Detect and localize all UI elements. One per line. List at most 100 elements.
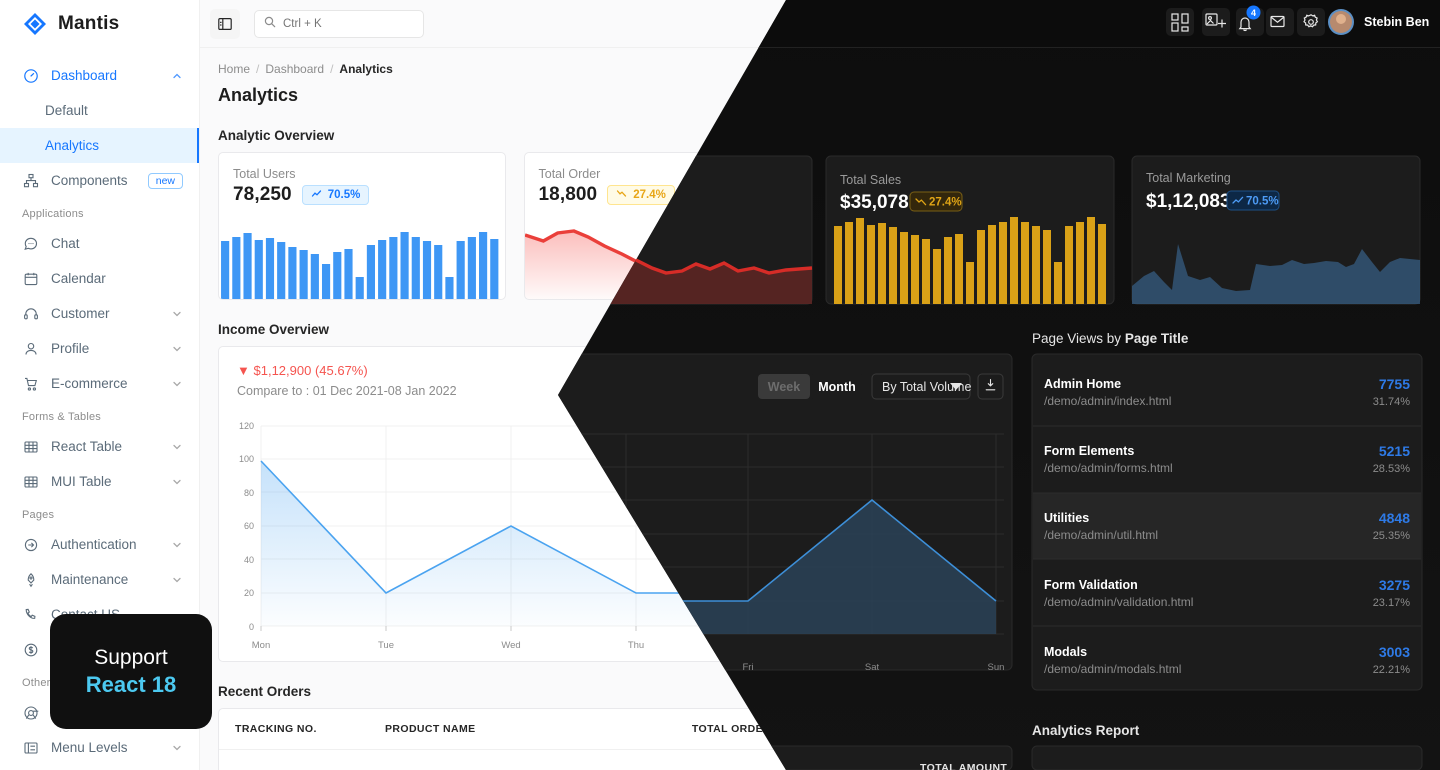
sidebar-subitem-default[interactable]: Default [0,93,199,128]
gear-icon[interactable] [1284,10,1312,38]
trend-down-icon [932,188,943,202]
column-header-tracking-no[interactable]: TRACKING NO. [235,723,385,735]
stat-card-total-sales[interactable]: Total Sales $35,078 27.4% [829,152,1117,300]
dollar-icon [22,641,39,658]
stat-value: $35,078 [844,184,914,205]
breadcrumb-separator: / [330,62,334,76]
sparkline-bar-chart [830,219,1116,299]
page-view-count: 7755 [1373,364,1405,380]
breadcrumb-item-dashboard[interactable]: Dashboard [265,62,324,76]
download-icon[interactable] [983,364,1009,390]
sidebar-item-maintenance[interactable]: Maintenance [0,562,199,597]
gift-icon[interactable] [1176,10,1204,38]
list-item[interactable]: Admin Home /demo/admin/index.html 7755 3… [1047,347,1421,414]
svg-text:Sun: Sun [1003,640,1020,651]
brand-name: Mantis [58,13,120,34]
stat-card-total-marketing[interactable]: Total Marketing $1,12,083 70.5% [1134,152,1422,300]
stat-label: Total Order [538,167,601,181]
page-view-title: Form Elements [1063,431,1154,445]
status-badge: 70.5% [1244,185,1313,205]
recent-orders-table-header: TRACKING NO. PRODUCT NAME TOTAL ORDER ST… [219,709,1027,750]
page-view-count: 3275 [1373,565,1405,581]
stat-chip-label: 70.5% [1270,189,1304,201]
search-box[interactable] [254,9,424,38]
sidebar-item-label: Dashboard [51,68,118,83]
page-view-title: Utilities [1063,498,1109,512]
list-item[interactable]: Utilities /demo/admin/util.html 4848 25.… [1047,481,1421,548]
phone-icon [22,606,39,623]
svg-text:40: 40 [244,555,254,565]
recent-orders-panel: TRACKING NO. PRODUCT NAME TOTAL ORDER ST… [218,708,1028,770]
svg-text:Thu: Thu [628,640,644,651]
page-view-count: 3003 [1373,632,1405,649]
income-line-chart: 120 100 80 60 40 20 0 Mon Tue Wed Thu Fr… [219,404,1027,665]
svg-text:Mon: Mon [252,640,270,651]
brand[interactable]: Mantis [0,0,199,48]
svg-text:80: 80 [244,488,254,498]
sidebar-item-dashboard[interactable]: Dashboard [0,58,199,93]
search-icon [264,15,276,33]
status-badge: 27.4% [607,185,675,205]
period-week-button[interactable]: Week [696,363,762,391]
sidebar-item-react-table[interactable]: React Table [0,429,199,464]
income-overview-header: ▼ $1,12,900 (45.67%) Compare to : 01 Dec… [219,347,1027,404]
sidebar-item-calendar[interactable]: Calendar [0,261,199,296]
sparkline-bar-chart [219,219,505,299]
mail-icon[interactable] [1248,10,1276,38]
column-header-status[interactable]: STATUS [771,723,881,735]
sidebar-item-customer[interactable]: Customer [0,296,199,331]
svg-text:Sat: Sat [879,640,894,651]
support-label: Support [94,645,168,669]
svg-text:60: 60 [244,521,254,531]
chat-icon [22,235,39,252]
sidebar-item-components[interactable]: Components new [0,163,199,198]
period-month-button[interactable]: Month [761,363,831,391]
column-header-total-order[interactable]: TOTAL ORDER [681,723,771,735]
menu-collapse-icon[interactable] [210,8,240,39]
trend-up-icon [311,188,322,202]
stat-label: Total Users [233,167,296,181]
sidebar-item-menu-levels[interactable]: Menu Levels [0,730,199,765]
list-item[interactable]: Modals /demo/admin/modals.html 3003 22.2… [1047,615,1421,681]
bell-icon[interactable]: 4 [1212,8,1241,38]
gauge-icon [22,67,39,84]
user-icon [22,340,39,357]
sidebar-item-label: Authentication [51,537,137,552]
sidebar-subitem-label: Default [45,103,88,118]
sidebar-item-mui-table[interactable]: MUI Table [0,464,199,499]
sidebar-group-applications: Applications [22,208,84,220]
page-view-path: /demo/admin/index.html [1063,382,1191,396]
column-header-product-name[interactable]: PRODUCT NAME [385,723,681,735]
breadcrumb-item-home[interactable]: Home [218,62,250,76]
sidebar-item-chat[interactable]: Chat [0,226,199,261]
volume-select-value: By Total Volume [852,370,942,384]
stat-card-total-order[interactable]: Total Order 18,800 27.4% [523,152,811,300]
page-views-column: Page Views by Page Title Admin Home /dem… [1046,322,1422,770]
search-input[interactable] [283,17,414,30]
avatar [1323,10,1350,37]
list-item[interactable]: Form Validation /demo/admin/validation.h… [1047,548,1421,615]
page-view-path: /demo/admin/validation.html [1063,583,1213,597]
support-badge[interactable]: Support React 18 [50,614,212,729]
stat-chip-label: 70.5% [327,189,361,201]
analytics-report-panel [1046,728,1422,770]
page-view-path: /demo/admin/forms.html [1063,449,1192,463]
sparkline-area-chart [524,219,811,299]
sidebar-group-pages: Pages [22,509,55,521]
sidebar-item-authentication[interactable]: Authentication [0,527,199,562]
sidebar-item-label: Maintenance [51,572,129,587]
list-item[interactable]: Form Elements /demo/admin/forms.html 521… [1047,414,1421,481]
stat-card-total-users[interactable]: Total Users 78,250 70.5% [218,152,506,300]
volume-select[interactable]: By Total Volume [840,363,973,391]
apps-grid-icon[interactable] [1140,10,1168,38]
column-header-total-amount[interactable]: TOTAL AMOUNT [881,723,1011,735]
sidebar-subitem-analytics[interactable]: Analytics [0,128,199,163]
income-overview-panel: ▼ $1,12,900 (45.67%) Compare to : 01 Dec… [218,346,1028,662]
trend-down-icon [616,188,627,202]
components-icon [22,172,39,189]
sidebar-group-forms-tables: Forms & Tables [22,411,102,423]
user-menu[interactable]: Stebin Ben [1320,10,1424,37]
stat-label: Total Sales [844,167,906,181]
sidebar-item-ecommerce[interactable]: E-commerce [0,366,199,401]
sidebar-item-profile[interactable]: Profile [0,331,199,366]
